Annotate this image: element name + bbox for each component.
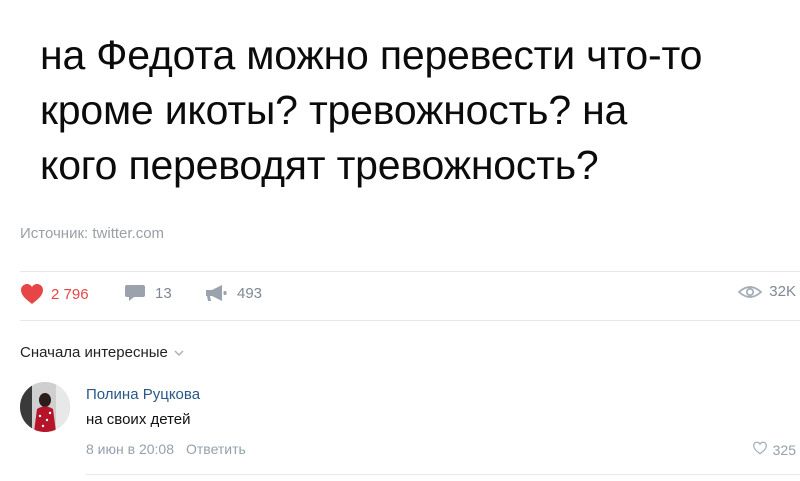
divider-bottom [20, 320, 800, 321]
eye-icon [738, 284, 763, 300]
source-label: Источник: [20, 225, 89, 242]
megaphone-icon [204, 283, 230, 303]
comment-author[interactable]: Полина Руцкова [86, 386, 200, 403]
repost-count: 493 [237, 284, 263, 302]
chevron-down-icon [168, 344, 184, 361]
comment-button[interactable]: 13 [124, 283, 172, 303]
post-source: Источник: twitter.com [20, 225, 164, 242]
like-button[interactable]: 2 796 [20, 283, 89, 305]
comment-icon [124, 283, 146, 303]
source-link[interactable]: twitter.com [92, 225, 164, 242]
like-count: 2 796 [51, 285, 89, 303]
comment-meta: 8 июн в 20:08 Ответить [86, 441, 246, 457]
comments-sort-dropdown[interactable]: Сначала интересные [20, 344, 184, 361]
views-count: 32K [769, 283, 796, 300]
post-actions: 2 796 13 493 32K [20, 283, 800, 307]
comment-like-button[interactable]: 325 [752, 441, 796, 458]
comment-date[interactable]: 8 июн в 20:08 [86, 441, 174, 457]
heart-icon [20, 283, 44, 305]
reply-button[interactable]: Ответить [186, 441, 246, 457]
comment-text: на своих детей [86, 411, 191, 428]
divider-comment [86, 474, 800, 475]
repost-button[interactable]: 493 [204, 283, 262, 303]
views-counter: 32K [738, 283, 796, 300]
comment-count: 13 [155, 284, 172, 302]
sort-label: Сначала интересные [20, 344, 168, 361]
comment-like-count: 325 [772, 441, 796, 458]
avatar[interactable] [20, 382, 70, 432]
divider-top [20, 271, 800, 272]
post-text: на Федота можно перевести что-то кроме и… [40, 32, 703, 188]
heart-outline-icon [752, 441, 773, 458]
